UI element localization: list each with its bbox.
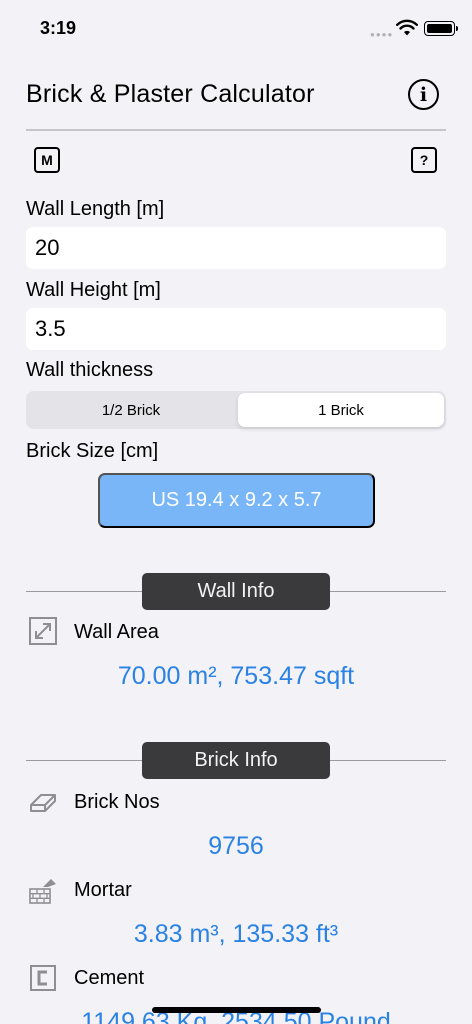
home-indicator[interactable] — [152, 1007, 321, 1013]
brick-wall-trowel-icon — [29, 879, 56, 904]
brick-icon — [30, 794, 56, 812]
brick-info-header: Brick Info — [142, 742, 330, 779]
cement-icon — [30, 965, 56, 991]
expand-area-icon — [29, 617, 57, 645]
wall-height-label: Wall Height [m] — [26, 279, 161, 301]
wifi-icon — [396, 19, 418, 36]
help-button[interactable]: ? — [411, 147, 437, 173]
cement-label: Cement — [74, 967, 145, 989]
brick-size-button[interactable]: US 19.4 x 9.2 x 5.7 — [98, 473, 375, 528]
wall-info-header: Wall Info — [142, 573, 330, 610]
wall-area-label: Wall Area — [74, 621, 159, 643]
m-button[interactable]: M — [34, 147, 60, 173]
wall-height-input[interactable] — [26, 308, 446, 350]
segment-one-brick[interactable]: 1 Brick — [238, 393, 444, 427]
wall-length-input[interactable] — [26, 227, 446, 269]
info-circle-icon[interactable]: i — [408, 79, 439, 110]
wall-thickness-segmented-control: 1/2 Brick 1 Brick — [26, 391, 446, 429]
status-time: 3:19 — [40, 18, 77, 38]
signal-dots-icon: ●●●● — [370, 30, 394, 39]
wall-length-label: Wall Length [m] — [26, 198, 165, 220]
segment-half-brick[interactable]: 1/2 Brick — [28, 393, 234, 427]
brick-nos-label: Brick Nos — [74, 791, 160, 813]
mortar-label: Mortar — [74, 879, 132, 901]
header-divider — [26, 129, 446, 131]
wall-thickness-label: Wall thickness — [26, 359, 154, 381]
brick-nos-value: 9756 — [208, 832, 264, 860]
mortar-value: 3.83 m³, 135.33 ft³ — [133, 920, 339, 948]
wall-area-value: 70.00 m², 753.47 sqft — [117, 662, 355, 690]
page-title: Brick & Plaster Calculator — [26, 80, 315, 108]
status-bar: 3:19 ●●●● — [0, 0, 472, 56]
brick-size-label: Brick Size [cm] — [26, 440, 159, 462]
battery-icon — [424, 21, 458, 36]
